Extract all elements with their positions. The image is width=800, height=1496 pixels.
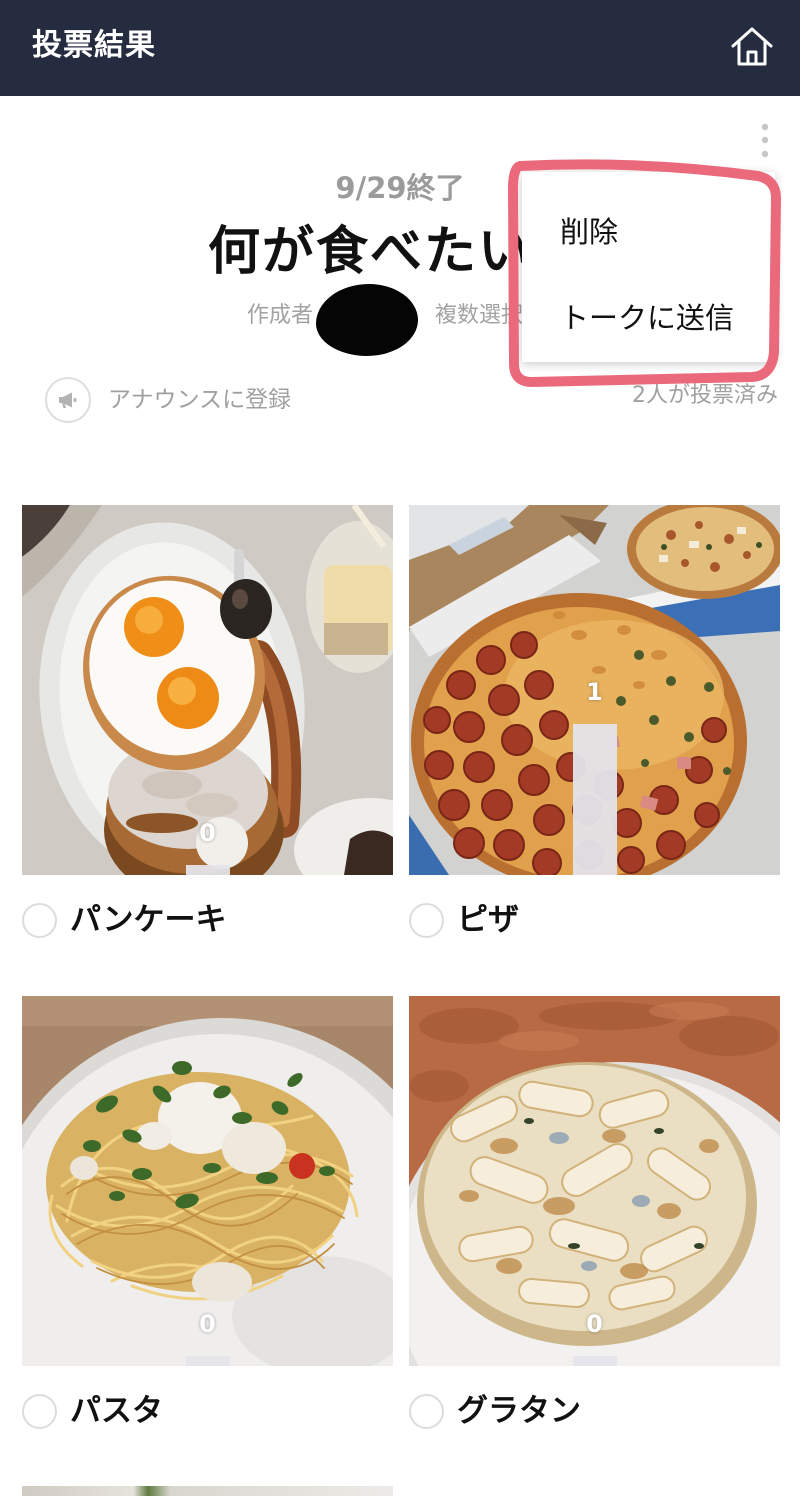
vote-indicator: 1 xyxy=(572,678,617,875)
gratin-dish xyxy=(417,1062,757,1346)
option-label: パスタ xyxy=(70,1393,163,1429)
vote-count: 0 xyxy=(586,1310,603,1338)
vote-count: 0 xyxy=(199,819,216,847)
option-radio[interactable] xyxy=(409,1393,444,1429)
megaphone-icon xyxy=(59,392,77,408)
home-icon[interactable] xyxy=(728,24,776,68)
option-label: グラタン xyxy=(457,1393,581,1429)
option-photo[interactable]: 0 xyxy=(409,996,780,1366)
menu-item-delete[interactable]: 削除 xyxy=(522,200,775,264)
context-menu: 削除 トークに送信 xyxy=(522,172,775,362)
vote-indicator: 0 xyxy=(572,1310,617,1366)
vote-count: 0 xyxy=(199,1310,216,1338)
option-radio[interactable] xyxy=(409,902,444,938)
poll-title: 何が食べたい xyxy=(208,222,533,282)
vote-count: 1 xyxy=(586,678,603,706)
option-radio[interactable] xyxy=(22,1393,57,1429)
option-photo-partial[interactable] xyxy=(22,1486,393,1496)
voter-count: 2人が投票済み xyxy=(632,383,778,408)
vote-bar xyxy=(572,724,617,875)
announce-button[interactable] xyxy=(45,377,91,423)
option-photo[interactable]: 1 xyxy=(409,505,780,875)
vote-indicator: 0 xyxy=(185,1310,230,1366)
option-card: 1 ピザ xyxy=(409,505,780,938)
option-card: 0 パンケーキ xyxy=(22,505,393,938)
option-row[interactable]: グラタン xyxy=(409,1393,581,1429)
option-row[interactable]: パンケーキ xyxy=(22,902,227,938)
option-card: 0 グラタン xyxy=(409,996,780,1429)
vote-bar xyxy=(572,1356,617,1366)
redacted-creator-name xyxy=(316,284,418,356)
page-title: 投票結果 xyxy=(32,28,156,63)
vote-bar xyxy=(185,865,230,875)
cherry-tomato xyxy=(289,1153,315,1179)
menu-item-send-to-chat[interactable]: トークに送信 xyxy=(522,286,775,350)
more-vertical-icon[interactable] xyxy=(752,118,778,164)
option-label: ピザ xyxy=(457,902,519,938)
creator-label: 作成者 xyxy=(247,303,314,328)
option-row[interactable]: ピザ xyxy=(409,902,519,938)
option-photo[interactable]: 0 xyxy=(22,505,393,875)
option-row[interactable]: パスタ xyxy=(22,1393,163,1429)
selection-mode: 複数選択 xyxy=(435,303,524,328)
option-radio[interactable] xyxy=(22,902,57,938)
option-card: 0 パスタ xyxy=(22,996,393,1429)
app-header: 投票結果 xyxy=(0,0,800,96)
vote-bar xyxy=(185,1356,230,1366)
option-photo[interactable]: 0 xyxy=(22,996,393,1366)
vote-indicator: 0 xyxy=(185,819,230,875)
option-label: パンケーキ xyxy=(70,902,227,938)
announce-label[interactable]: アナウンスに登録 xyxy=(108,386,291,414)
